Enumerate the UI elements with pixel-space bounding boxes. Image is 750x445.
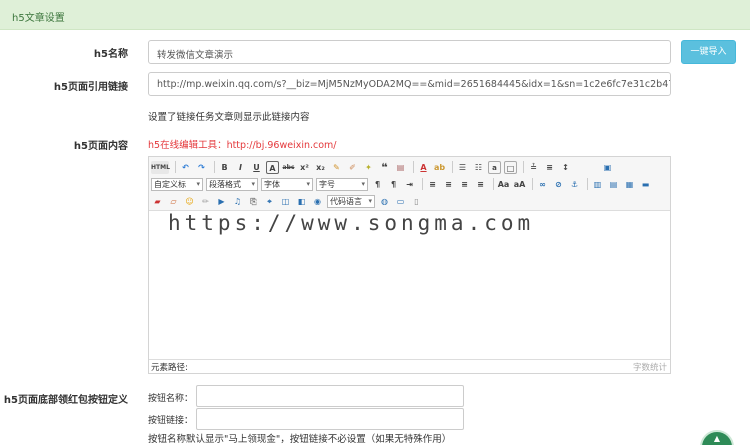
undo-icon[interactable]: ↶	[179, 161, 192, 174]
image-right-icon[interactable]: ▦	[623, 178, 636, 191]
editor-tool-link[interactable]: h5在线编辑工具：http://bj.96weixin.com/	[148, 137, 337, 151]
source-html-icon[interactable]: HTML	[151, 160, 170, 174]
toolbar-separator	[413, 161, 414, 173]
toolbar-separator	[452, 161, 453, 173]
image-left-icon[interactable]: ▤	[607, 178, 620, 191]
redo-icon[interactable]: ↷	[195, 161, 208, 174]
rich-text-editor[interactable]: HTML ↶ ↷ B I U A abc x² x₂ ✎ ✐ ✦ ❝ ▤ A a…	[148, 156, 671, 374]
italic-icon[interactable]: I	[234, 161, 247, 174]
insert-code-icon[interactable]: ◉	[311, 195, 324, 208]
toolbar-separator	[532, 178, 533, 190]
panel-header: h5文章设置	[0, 0, 750, 30]
toolbar-row-3: ▰ ▱ ☺ ✏ ▶ ♫ ⎘ ⌖ ◫ ◧ ◉ 代码语言 ◍ ▭ ▯	[151, 193, 426, 209]
ordered-list-icon[interactable]: ☰	[456, 161, 469, 174]
frame-icon[interactable]: ◧	[295, 195, 308, 208]
code-language-select[interactable]: 代码语言	[327, 194, 375, 208]
align-right-icon[interactable]: ≡	[458, 178, 471, 191]
font-family-select[interactable]: 字体	[261, 177, 313, 191]
multi-image-icon[interactable]: ▱	[167, 195, 180, 208]
line-height-icon[interactable]: ↕	[559, 161, 572, 174]
music-icon[interactable]: ♫	[231, 195, 244, 208]
auto-layout-icon[interactable]: ✦	[362, 161, 375, 174]
lowercase-icon[interactable]: aA	[513, 178, 526, 191]
direction-ltr-icon[interactable]: ¶	[371, 178, 384, 191]
row-spacing-bottom-icon[interactable]: ≡	[543, 161, 556, 174]
scrawl-icon[interactable]: ✏	[199, 195, 212, 208]
indent-icon[interactable]: ⇥	[403, 178, 416, 191]
bold-icon[interactable]: B	[218, 161, 231, 174]
uppercase-icon[interactable]: Aa	[497, 178, 510, 191]
format-brush-icon[interactable]: ✎	[330, 161, 343, 174]
row-spacing-top-icon[interactable]: ≟	[527, 161, 540, 174]
toolbar-separator	[523, 161, 524, 173]
name-label: h5名称	[93, 49, 128, 60]
attachment-icon[interactable]: ⎘	[247, 195, 260, 208]
toolbar-separator	[493, 178, 494, 190]
redpack-label: h5页面底部领红包按钮定义	[3, 395, 128, 406]
paragraph-icon[interactable]: a	[488, 160, 501, 174]
fullscreen-icon[interactable]: ▣	[601, 161, 614, 174]
link-input[interactable]: http://mp.weixin.qq.com/s?__biz=MjM5NzMy…	[148, 72, 671, 96]
strikethrough-icon[interactable]: abc	[282, 161, 295, 174]
insert-video-icon[interactable]: ▶	[215, 195, 228, 208]
link-label: h5页面引用链接	[53, 82, 128, 93]
align-justify-icon[interactable]: ≡	[474, 178, 487, 191]
panel-title: h5文章设置	[12, 13, 65, 24]
image-center-icon[interactable]: ▬	[639, 178, 652, 191]
button-link-label: 按钮链接：	[148, 416, 194, 426]
editor-toolbar: HTML ↶ ↷ B I U A abc x² x₂ ✎ ✐ ✦ ❝ ▤ A a…	[149, 157, 670, 211]
floating-action-icon: ▲	[713, 434, 721, 443]
floating-action-button[interactable]: ▲	[700, 430, 734, 445]
paste-plain-icon[interactable]: ▤	[394, 161, 407, 174]
link-hint: 设置了链接任务文章则显示此链接内容	[148, 112, 310, 123]
unlink-icon[interactable]: ⊘	[552, 178, 565, 191]
editor-footer: 元素路径: 字数统计	[149, 359, 670, 373]
content-label: h5页面内容	[73, 141, 128, 152]
align-center-icon[interactable]: ≡	[442, 178, 455, 191]
toolbar-separator	[175, 161, 176, 173]
page-break-icon[interactable]: ▭	[394, 195, 407, 208]
gmap-icon[interactable]: ◫	[279, 195, 292, 208]
element-path-label: 元素路径:	[151, 363, 188, 373]
paragraph-format-select[interactable]: 段落格式	[206, 177, 258, 191]
border-icon[interactable]: A	[266, 160, 279, 174]
superscript-icon[interactable]: x²	[298, 161, 311, 174]
direction-rtl-icon[interactable]: ¶	[387, 178, 400, 191]
button-name-label: 按钮名称：	[148, 394, 194, 404]
image-none-icon[interactable]: ▥	[591, 178, 604, 191]
clear-format-icon[interactable]: ✐	[346, 161, 359, 174]
unordered-list-icon[interactable]: ☷	[472, 161, 485, 174]
underline-icon[interactable]: U	[250, 161, 263, 174]
align-left-icon[interactable]: ≡	[426, 178, 439, 191]
link-icon[interactable]: ∞	[536, 178, 549, 191]
button-name-input[interactable]	[196, 385, 464, 407]
button-link-input[interactable]	[196, 408, 464, 430]
toolbar-separator	[422, 178, 423, 190]
anchor-icon[interactable]: ⚓	[568, 178, 581, 191]
highlight-color-icon[interactable]: ab	[433, 161, 446, 174]
web-app-icon[interactable]: ◍	[378, 195, 391, 208]
import-button[interactable]: 一键导入	[681, 40, 736, 64]
toolbar-row-1: HTML ↶ ↷ B I U A abc x² x₂ ✎ ✐ ✦ ❝ ▤ A a…	[151, 159, 617, 175]
custom-style-select[interactable]: 自定义标	[151, 177, 203, 191]
font-color-icon[interactable]: A	[417, 161, 430, 174]
blockquote-icon[interactable]: ❝	[378, 161, 391, 174]
word-count-label: 字数统计	[632, 363, 667, 373]
template-icon[interactable]: ▯	[410, 195, 423, 208]
map-icon[interactable]: ⌖	[263, 195, 276, 208]
insert-image-icon[interactable]: ▰	[151, 195, 164, 208]
name-input[interactable]: 转发微信文章演示	[148, 40, 671, 64]
toolbar-separator	[587, 178, 588, 190]
subscript-icon[interactable]: x₂	[314, 161, 327, 174]
toolbar-separator	[214, 161, 215, 173]
redpack-hint: 按钮名称默认显示"马上领现金"，按钮链接不必设置（如果无特殊作用）	[148, 434, 452, 445]
watermark-text: https://www.songma.com	[162, 211, 541, 235]
clear-doc-icon[interactable]: □	[504, 160, 517, 174]
font-size-select[interactable]: 字号	[316, 177, 368, 191]
toolbar-row-2: 自定义标 段落格式 字体 字号 ¶ ¶ ⇥ ≡ ≡ ≡ ≡ Aa aA ∞ ⊘ …	[151, 176, 655, 192]
emotion-icon[interactable]: ☺	[183, 195, 196, 208]
